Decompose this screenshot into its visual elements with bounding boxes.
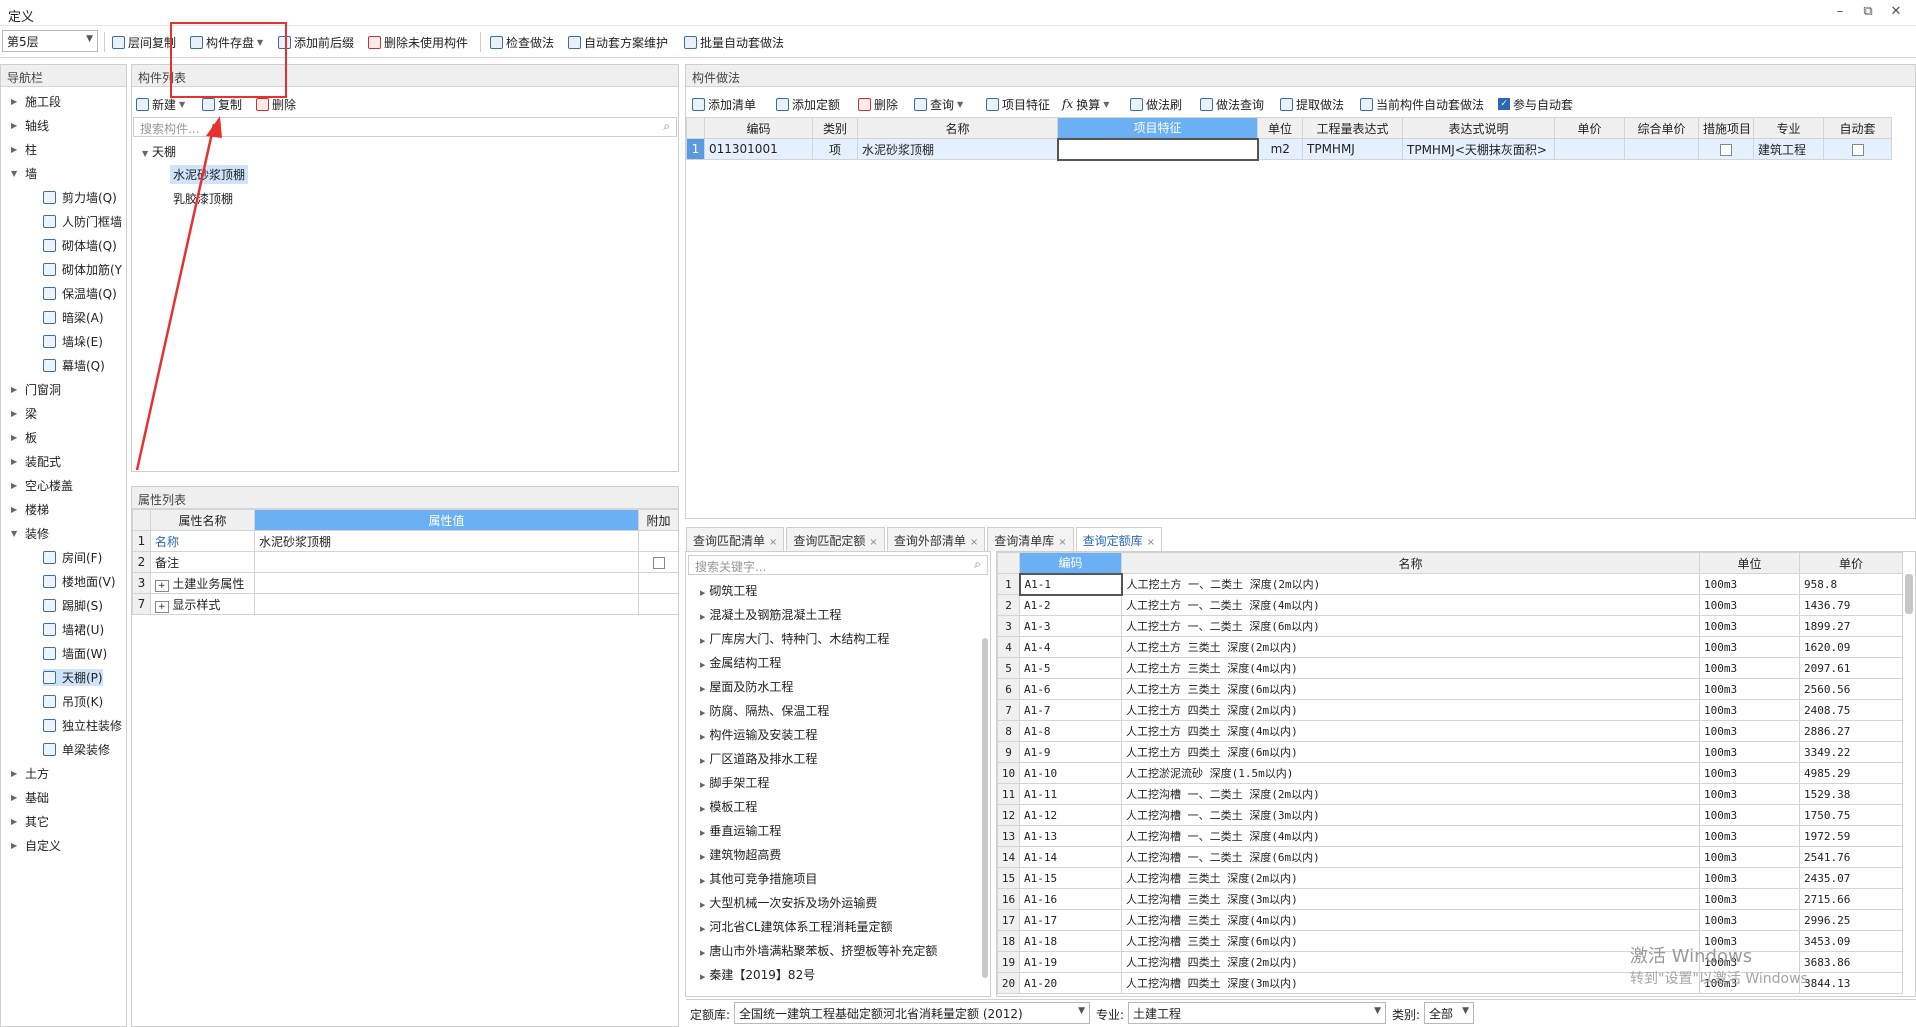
annotation-arrow-icon [135, 116, 222, 471]
